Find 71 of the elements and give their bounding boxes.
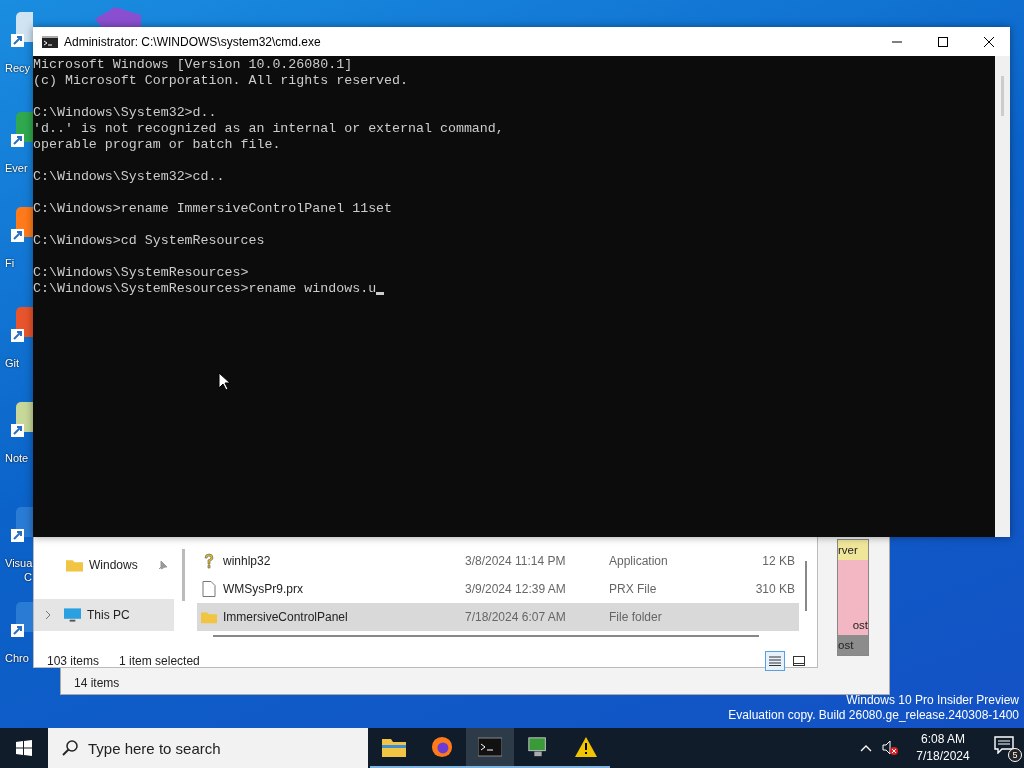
details-view-icon [769, 656, 781, 666]
terminal-icon [478, 736, 502, 758]
file-icon [201, 581, 217, 597]
question-icon [201, 553, 217, 569]
file-type: Application [609, 554, 669, 568]
shortcut-label: Ever [5, 162, 28, 174]
watermark-text: Evaluation copy. Build 26080.ge_release.240308-1400 [728, 708, 1019, 723]
browser-icon [430, 736, 454, 758]
file-row[interactable]: ImmersiveControlPanel 7/18/2024 6:07 AM File folder [197, 603, 799, 631]
shortcut-label: Chro [5, 652, 29, 664]
search-field[interactable]: Type here to search [48, 728, 368, 768]
window-title: Administrator: C:\WINDOWS\system32\cmd.exe [64, 34, 321, 49]
status-text: 103 items [47, 654, 100, 668]
maximize-icon[interactable] [938, 36, 948, 47]
close-icon[interactable] [984, 36, 994, 47]
taskbar-button[interactable] [466, 728, 514, 768]
file-type: PRX File [609, 582, 658, 596]
chevron-up-icon[interactable] [860, 744, 872, 752]
console-line: C:\Windows\System32>cd.. [33, 169, 225, 185]
warning-icon [574, 736, 598, 758]
shortcut-label: Git [5, 357, 20, 369]
status-text: 14 items [74, 676, 120, 690]
status-text: 1 item selected [119, 654, 200, 668]
table-cell: ost [838, 560, 868, 635]
file-name: ImmersiveControlPanel [223, 610, 348, 624]
console-line: Microsoft Windows [Version 10.0.26080.1] [33, 57, 353, 73]
pin-icon[interactable] [158, 560, 168, 570]
console-line: C:\Windows\SystemResources>rename windows.u [33, 281, 377, 297]
notification-icon[interactable] [994, 736, 1014, 754]
console-line: operable program or batch file. [33, 137, 281, 153]
shortcut-label: Recy [5, 62, 31, 74]
table-cell: rver [838, 540, 868, 560]
file-date: 3/8/2024 11:14 PM [465, 554, 567, 568]
shortcut-label: Note [5, 452, 29, 464]
clock-date[interactable]: 7/18/2024 [916, 748, 970, 765]
preview-view-icon [793, 656, 805, 666]
console-line: 'd..' is not recognized as an internal or external command, [33, 121, 504, 137]
search-icon [62, 740, 78, 756]
shortcut-label: C [24, 571, 32, 583]
shortcut-label: Visua [5, 557, 33, 569]
console-icon [42, 35, 58, 48]
windows-logo-icon[interactable] [16, 740, 32, 756]
nav-item[interactable]: This PC [34, 599, 174, 631]
chevron-icon[interactable] [44, 610, 52, 620]
file-date: 7/18/2024 6:07 AM [465, 610, 567, 624]
nav-item[interactable]: Windows [34, 549, 174, 581]
table-cell: ost [838, 635, 868, 655]
file-date: 3/9/2024 12:39 AM [465, 582, 567, 596]
file-name: WMSysPr9.prx [223, 582, 303, 596]
clock-time[interactable]: 6:08 AM [921, 731, 965, 748]
file-row[interactable]: winhlp32 3/8/2024 11:14 PM Application 12 KB [197, 547, 799, 575]
notification-badge: 5 [1008, 748, 1022, 762]
watermark-text: Windows 10 Pro Insider Preview [846, 693, 1019, 708]
monitor-icon [64, 608, 81, 622]
console-line: C:\Windows\SystemResources> [33, 265, 249, 281]
console-line: (c) Microsoft Corporation. All rights reserved. [33, 73, 409, 89]
muted-speaker-icon[interactable] [882, 740, 898, 756]
file-name: winhlp32 [223, 554, 271, 568]
folder-icon [66, 558, 83, 572]
cursor-icon [218, 372, 230, 391]
shortcut-label: Fi [5, 257, 15, 269]
console-line: C:\Windows>cd SystemResources [33, 233, 265, 249]
folder-icon [382, 736, 406, 758]
file-size: 310 KB [755, 582, 796, 596]
text-cursor [376, 292, 385, 295]
view-button[interactable] [765, 651, 785, 671]
console-line: C:\Windows>rename ImmersiveControlPanel 11set [33, 201, 393, 217]
file-row[interactable]: WMSysPr9.prx 3/9/2024 12:39 AM PRX File 310 KB [197, 575, 799, 603]
console-line: C:\Windows\System32>d.. [33, 105, 217, 121]
file-size: 12 KB [762, 554, 796, 568]
file-type: File folder [609, 610, 663, 624]
